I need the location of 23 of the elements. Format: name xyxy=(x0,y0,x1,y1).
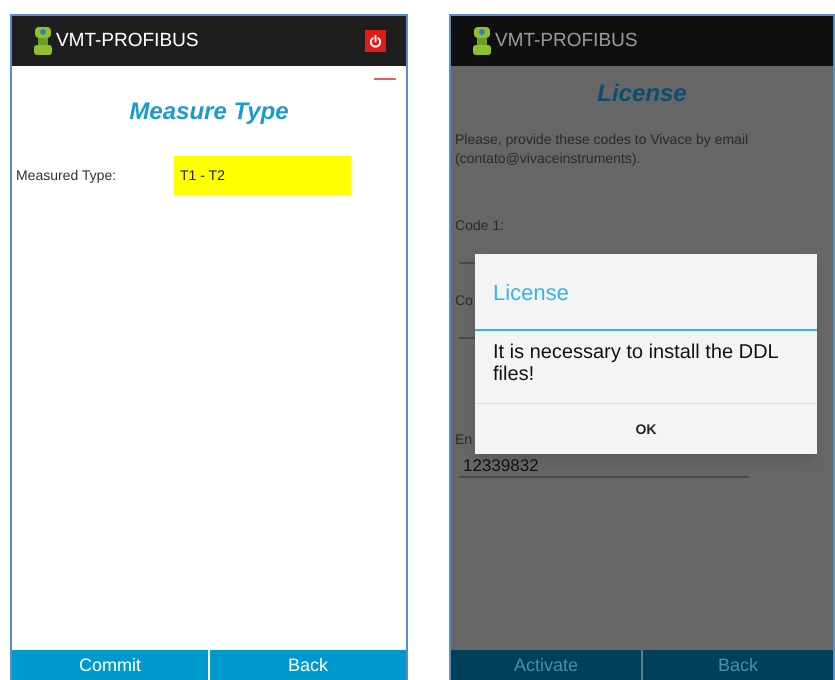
app-title: VMT-PROFIBUS xyxy=(495,28,638,53)
field-label: Co xyxy=(455,291,473,310)
field-label: Code 1: xyxy=(455,216,504,235)
bottom-button[interactable]: Activate xyxy=(451,650,641,680)
bottom-button[interactable]: Commit xyxy=(12,650,208,680)
field-label: Measured Type: xyxy=(16,166,118,185)
bottom-button[interactable]: Back xyxy=(641,650,833,680)
field-label: En xyxy=(455,430,472,449)
instructions-text: Please, provide these codes to Vivace by email (contato@vivaceinstruments). xyxy=(454,130,750,168)
app-title: VMT-PROFIBUS xyxy=(56,28,199,53)
screen-title: License xyxy=(596,79,688,109)
power-button[interactable] xyxy=(365,30,386,52)
dialog-message: It is necessary to install the DDL files! xyxy=(475,331,817,404)
minimize-mark xyxy=(374,78,396,80)
power-icon xyxy=(369,34,382,48)
input-field[interactable]: 12339832 xyxy=(459,456,749,478)
bottom-button[interactable]: Back xyxy=(208,650,406,680)
ok-button[interactable]: OK xyxy=(475,404,817,454)
screen-title: Measure Type xyxy=(128,97,290,127)
robot-logo-icon xyxy=(471,26,493,56)
robot-logo-icon xyxy=(32,26,54,56)
dialog-title: License xyxy=(475,254,817,331)
measured-type-field[interactable]: T1 - T2 xyxy=(174,156,351,195)
